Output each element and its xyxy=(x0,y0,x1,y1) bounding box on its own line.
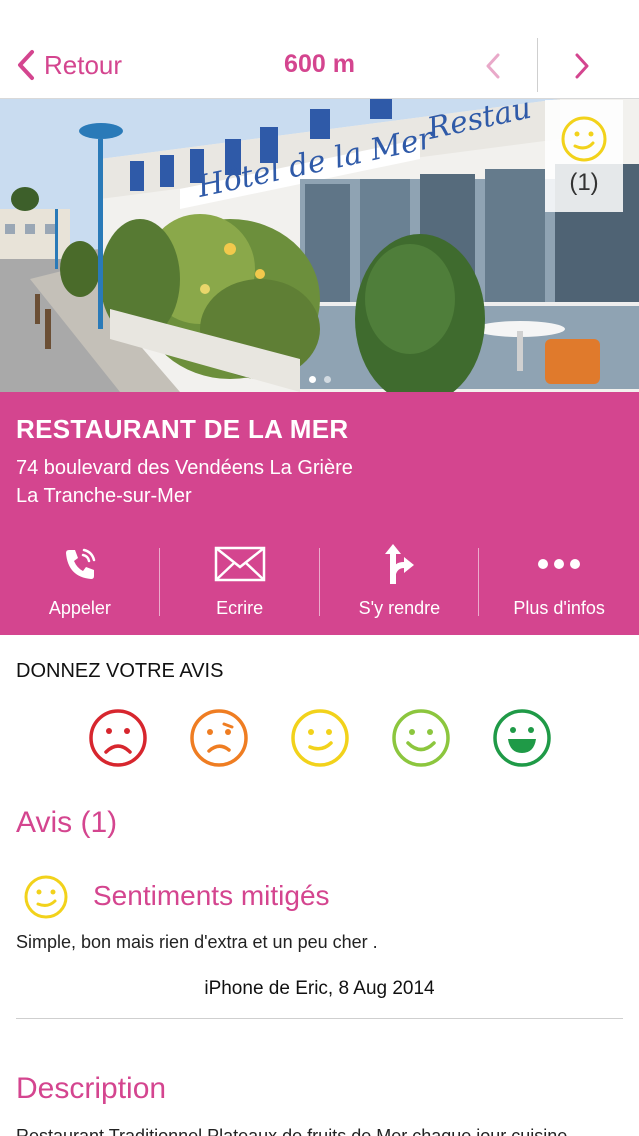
directions-button[interactable]: S'y rendre xyxy=(320,542,480,622)
happy-smiley-icon[interactable] xyxy=(391,708,451,768)
envelope-icon xyxy=(214,546,265,582)
review-text: Simple, bon mais rien d'extra et un peu … xyxy=(16,932,378,952)
photo-pager xyxy=(0,376,639,383)
place-info-panel: RESTAURANT DE LA MER 74 boulevard des Ve… xyxy=(0,392,639,635)
sad-smiley-icon[interactable] xyxy=(189,708,249,768)
pager-dot[interactable] xyxy=(308,376,316,383)
place-name: RESTAURANT DE LA MER xyxy=(16,414,349,444)
neutral-smiley-icon xyxy=(561,116,607,162)
feedback-title: DONNEZ VOTRE AVIS xyxy=(16,660,224,682)
restaurant-photo[interactable]: Hôtel de la Mer Restau xyxy=(0,99,639,392)
chevron-right-icon xyxy=(575,53,589,79)
write-label: Ecrire xyxy=(216,598,264,618)
chevron-left-icon xyxy=(486,53,500,79)
directions-label: S'y rendre xyxy=(358,598,441,618)
next-place-button[interactable] xyxy=(567,48,597,84)
address-city: La Tranche-sur-Mer xyxy=(16,485,192,507)
reviews-title: Avis (1) xyxy=(16,806,118,839)
review-sentiment: Sentiments mitigés xyxy=(93,880,330,911)
nav-divider xyxy=(537,38,538,92)
neutral-smiley-icon[interactable] xyxy=(290,708,350,768)
very-sad-smiley-icon[interactable] xyxy=(88,708,148,768)
section-divider xyxy=(16,1018,623,1019)
place-address: 74 boulevard des Vendéens La Grière La T… xyxy=(16,454,353,510)
call-label: Appeler xyxy=(48,598,111,618)
more-info-button[interactable]: Plus d'infos xyxy=(479,542,639,622)
rating-summary-badge[interactable]: (1) xyxy=(545,100,623,212)
directions-icon xyxy=(385,544,415,584)
feedback-smileys xyxy=(88,708,552,768)
address-line: 74 boulevard des Vendéens La Grière xyxy=(16,457,353,479)
restaurant-photo-illustration: Hôtel de la Mer Restau xyxy=(0,99,639,392)
write-button[interactable]: Ecrire xyxy=(160,542,320,622)
very-happy-smiley-icon[interactable] xyxy=(492,708,552,768)
distance-label: 600 m xyxy=(284,50,355,78)
description-title: Description xyxy=(16,1072,167,1105)
top-navigation-bar: Retour 600 m xyxy=(0,0,639,99)
previous-place-button[interactable] xyxy=(478,48,508,84)
review-author-date: iPhone de Eric, 8 Aug 2014 xyxy=(204,978,435,999)
phone-icon xyxy=(65,548,96,579)
call-button[interactable]: Appeler xyxy=(0,542,160,622)
rating-count: (1) xyxy=(569,169,599,196)
neutral-smiley-icon xyxy=(24,875,68,919)
pager-dot[interactable] xyxy=(323,376,331,383)
more-icon xyxy=(538,559,581,569)
description-text: Restaurant Traditionnel Plateaux de frui… xyxy=(16,1126,568,1136)
more-info-label: Plus d'infos xyxy=(513,598,605,618)
action-bar: Appeler Ecrire S'y rendre Plus d'infos xyxy=(0,542,639,622)
